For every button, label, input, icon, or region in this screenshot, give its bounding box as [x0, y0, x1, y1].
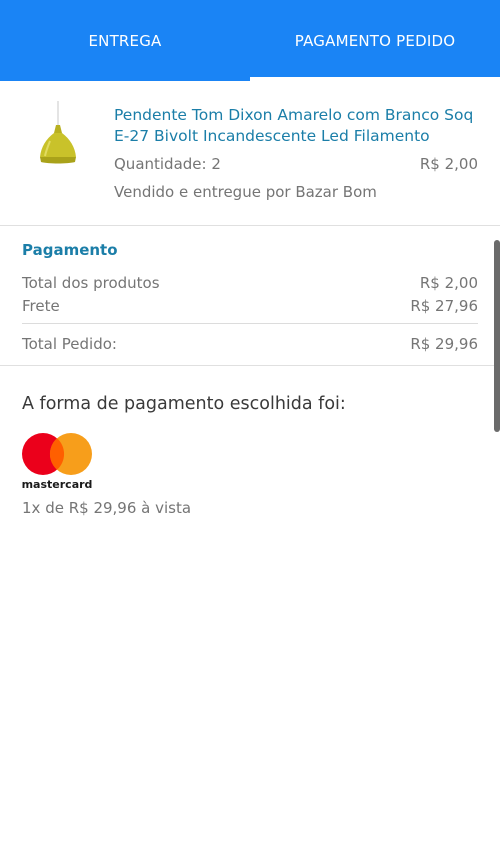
product-price: R$ 2,00 — [419, 155, 478, 173]
seller-info: Vendido e entregue por Bazar Bom — [114, 183, 377, 201]
summary-value: R$ 27,96 — [410, 297, 478, 315]
tab-bar: ENTREGA PAGAMENTO PEDIDO — [0, 0, 500, 81]
summary-row-shipping: Frete R$ 27,96 — [22, 297, 478, 315]
tab-entrega[interactable]: ENTREGA — [0, 0, 250, 81]
summary-label: Total Pedido: — [22, 335, 117, 353]
product-quantity: Quantidade: 2 — [114, 155, 221, 173]
summary-value: R$ 2,00 — [419, 274, 478, 292]
summary-label: Total dos produtos — [22, 274, 160, 292]
summary-label: Frete — [22, 297, 60, 315]
installments-info: 1x de R$ 29,96 à vista — [22, 499, 192, 517]
summary-value: R$ 29,96 — [410, 335, 478, 353]
summary-divider — [22, 323, 478, 324]
payment-heading: Pagamento — [22, 241, 118, 259]
payment-method-heading: A forma de pagamento escolhida foi: — [22, 394, 346, 414]
tab-pagamento-pedido[interactable]: PAGAMENTO PEDIDO — [250, 0, 500, 81]
payment-summary: Pagamento Total dos produtos R$ 2,00 Fre… — [0, 226, 500, 366]
scrollbar[interactable] — [494, 240, 500, 432]
svg-text:mastercard: mastercard — [22, 478, 92, 491]
summary-row-total: Total Pedido: R$ 29,96 — [22, 335, 478, 353]
product-title[interactable]: Pendente Tom Dixon Amarelo com Branco So… — [114, 105, 486, 147]
order-item: Pendente Tom Dixon Amarelo com Branco So… — [0, 81, 500, 226]
mastercard-logo: mastercard — [22, 432, 94, 492]
summary-row-products: Total dos produtos R$ 2,00 — [22, 274, 478, 292]
pendant-lamp-image — [28, 101, 88, 186]
